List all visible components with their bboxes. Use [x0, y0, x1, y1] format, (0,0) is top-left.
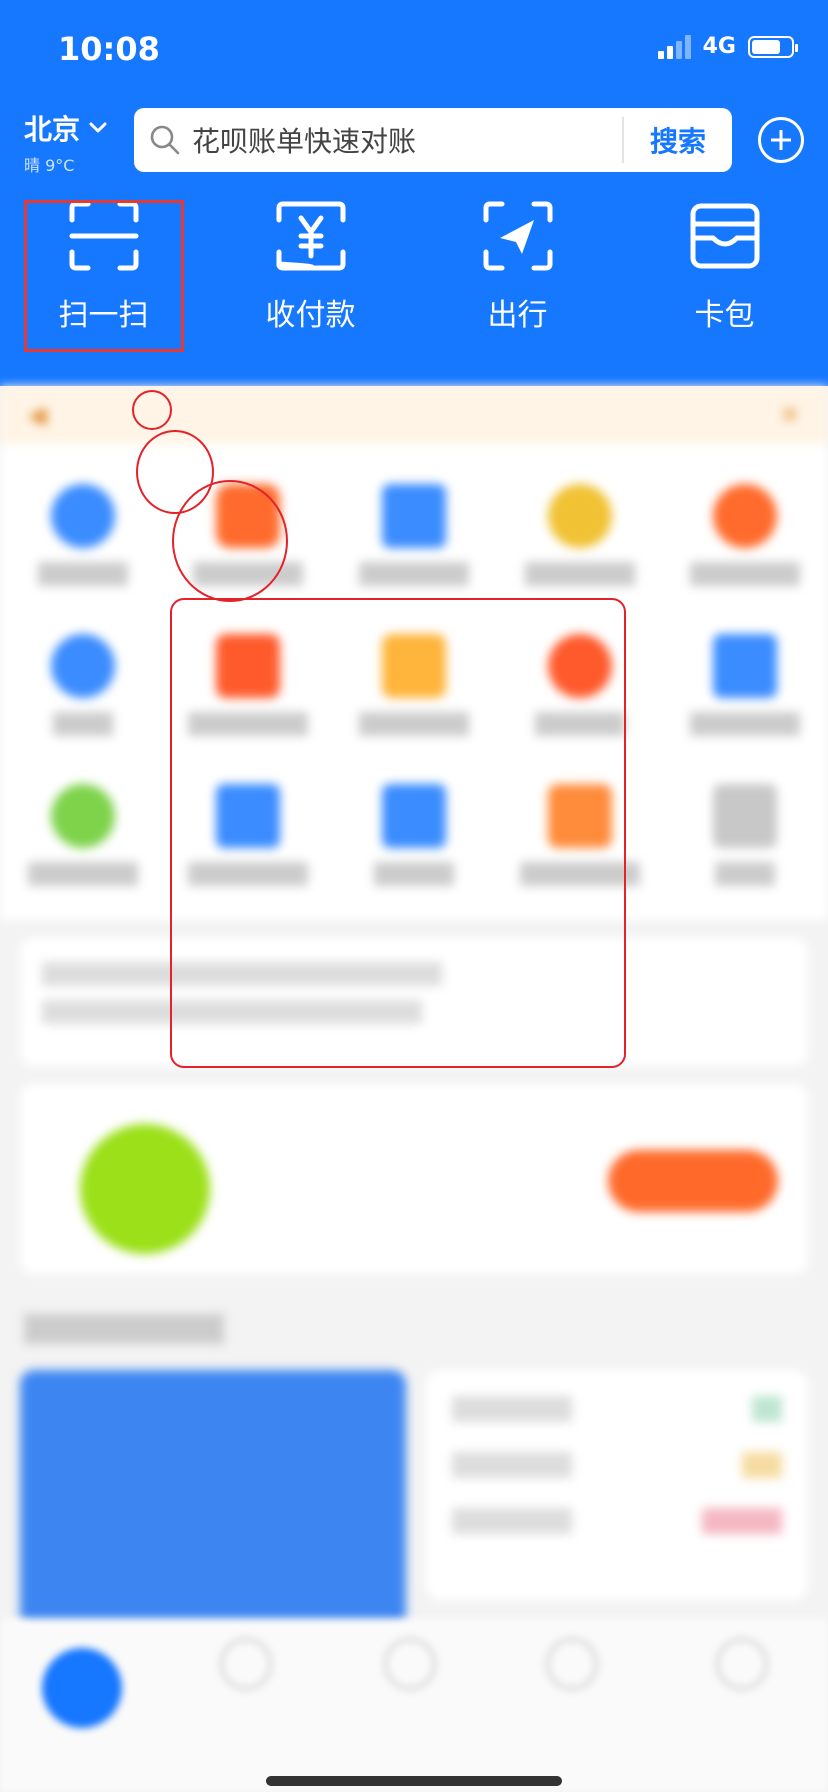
grid-item	[497, 464, 663, 614]
grid-item	[331, 464, 497, 614]
travel-arrow-icon	[483, 201, 552, 271]
energy-ball	[80, 1124, 210, 1254]
home-indicator	[266, 1776, 562, 1786]
search-button[interactable]: 搜索	[624, 120, 732, 160]
signal-icon	[657, 34, 691, 59]
quick-action-label: 收付款	[265, 298, 356, 333]
speaker-icon: ◀	[28, 401, 47, 429]
stats-card	[426, 1370, 808, 1600]
search-input[interactable]: 花呗账单快速对账	[192, 120, 622, 160]
collect-button	[608, 1150, 778, 1212]
wallet-card-icon	[690, 203, 759, 269]
quick-action-travel[interactable]: 出行	[414, 200, 621, 334]
blurred-home-content: ◀ ✕	[0, 386, 828, 1792]
battery-icon	[748, 35, 798, 58]
scan-highlight-box	[24, 200, 184, 352]
quick-action-label: 出行	[487, 298, 548, 333]
payment-code-icon	[276, 201, 345, 271]
quick-action-card-wallet[interactable]: 卡包	[621, 200, 828, 334]
grid-item	[0, 764, 166, 914]
section-header	[24, 1314, 804, 1352]
tab-mine	[692, 1638, 792, 1696]
grid-item	[0, 614, 166, 764]
city-selector[interactable]: 北京 晴 9°C	[24, 108, 108, 176]
weather-text: 晴 9°C	[24, 156, 75, 175]
epidemic-section	[20, 1370, 808, 1630]
chevron-down-icon	[89, 122, 107, 133]
forest-card	[20, 1084, 808, 1274]
search-bar[interactable]: 花呗账单快速对账 搜索	[134, 108, 732, 172]
tab-koubei	[360, 1638, 460, 1696]
city-name: 北京	[24, 113, 81, 146]
top-header: 10:08 4G 北京 晴 9°C 花呗账单快速对账 搜索 扫一扫 收付款 出行…	[0, 0, 828, 386]
tab-wealth	[196, 1638, 296, 1696]
status-indicators: 4G	[657, 34, 798, 59]
grid-item	[662, 464, 828, 614]
service-card	[20, 1370, 406, 1630]
annotation-circle	[172, 480, 288, 602]
network-label: 4G	[702, 34, 736, 59]
quick-action-payment[interactable]: 收付款	[207, 200, 414, 334]
add-plus-icon[interactable]	[758, 117, 804, 163]
status-time: 10:08	[58, 30, 160, 68]
annotation-rectangle	[170, 598, 626, 1068]
close-icon: ✕	[779, 401, 800, 429]
tab-messages	[522, 1638, 622, 1696]
annotation-circle	[132, 390, 172, 430]
search-icon	[150, 125, 180, 155]
tab-bar	[0, 1618, 828, 1792]
notice-banner: ◀ ✕	[0, 386, 828, 444]
quick-action-label: 卡包	[694, 298, 755, 333]
grid-item	[662, 614, 828, 764]
grid-item	[662, 764, 828, 914]
alipay-home-icon	[42, 1648, 122, 1728]
